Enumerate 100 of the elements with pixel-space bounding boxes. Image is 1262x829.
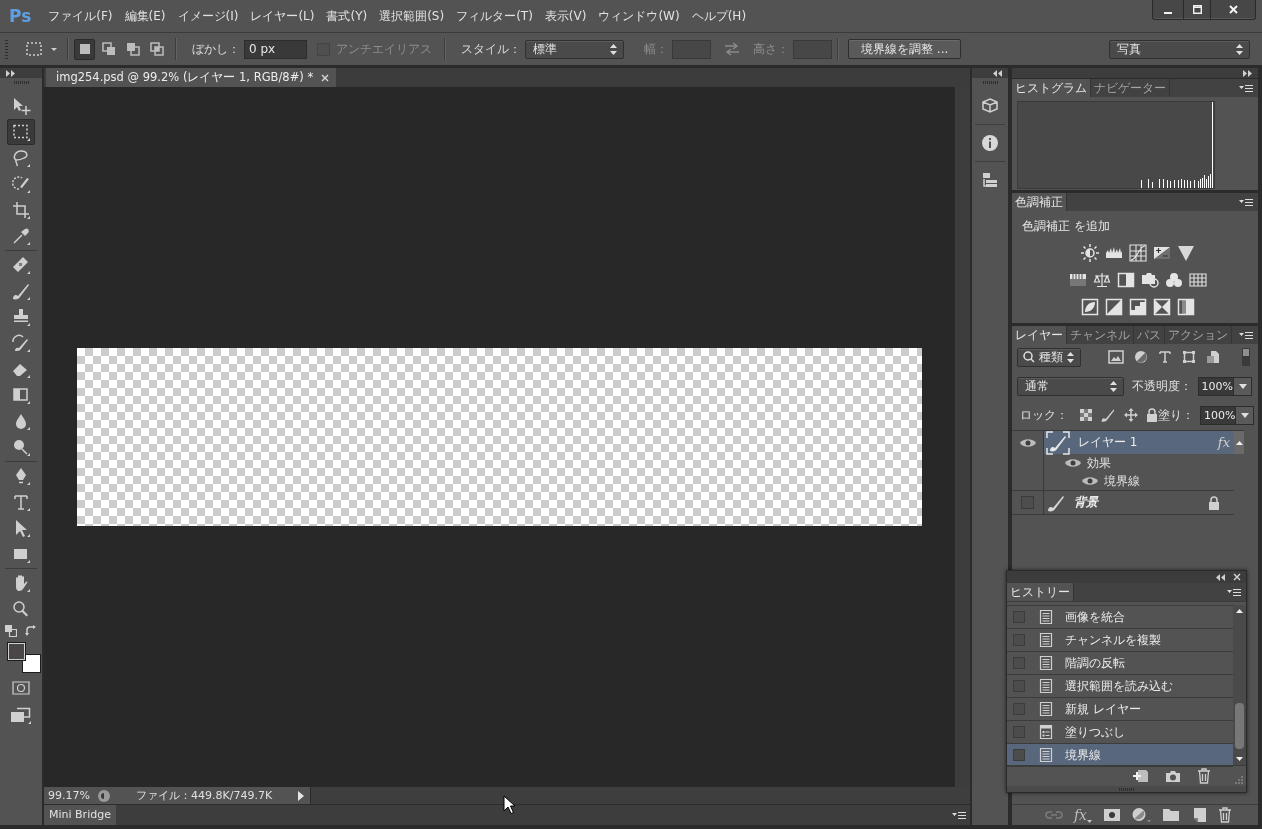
camera-icon[interactable] [1165,769,1181,783]
layer-row[interactable]: 背景 [1044,491,1234,514]
stacked-panels-icon[interactable] [981,171,999,189]
sun-icon[interactable] [1081,244,1099,262]
dropdown-button[interactable] [1233,377,1251,395]
info-icon[interactable] [981,134,999,152]
overlapping-windows-icon[interactable] [10,707,32,725]
menu-item[interactable]: イメージ(I) [171,7,245,25]
opacity-field[interactable]: 100% [1197,376,1252,396]
eye-icon[interactable] [1082,476,1098,486]
background-color-swatch[interactable] [22,654,41,673]
circle-frame-icon[interactable] [12,681,30,695]
panel-tab[interactable]: 色調補正 [1012,193,1067,211]
document-tab[interactable]: img254.psd @ 99.2% (レイヤー 1, RGB/8#) * [46,68,337,87]
mini-bridge-tab[interactable]: Mini Bridge [44,805,116,825]
type-icon[interactable] [1158,350,1172,364]
grid-icon[interactable] [1189,271,1207,289]
bounding-box-icon[interactable] [1182,350,1196,364]
checkerboard-icon[interactable] [1080,409,1092,421]
menu-item[interactable]: 編集(E) [118,7,172,25]
down-arrow-icon[interactable] [1236,757,1243,761]
toggle-switch-icon[interactable] [1242,348,1250,366]
panel-tab[interactable]: ヒストリー [1007,583,1074,601]
cube-icon[interactable] [981,97,999,115]
feather-input[interactable]: 0 px [244,39,307,59]
selection-mode-button[interactable] [74,38,95,60]
layer-row[interactable]: レイヤー 1 fx [1044,431,1234,454]
diagonal-split-square-icon[interactable] [1105,298,1123,316]
close-icon[interactable] [1233,573,1241,581]
minimize-button[interactable] [1152,0,1184,20]
trash-icon[interactable] [1197,768,1211,784]
dropdown-button[interactable] [1235,406,1254,424]
hourglass-square-icon[interactable] [1153,298,1171,316]
grip-handle-icon[interactable] [5,39,8,59]
menu-item[interactable]: 選択範囲(S) [373,7,451,25]
up-arrow-icon[interactable] [1236,609,1243,613]
panel-tab[interactable]: ナビゲーター [1091,79,1170,97]
curve-grid-icon[interactable] [1129,244,1147,262]
eye-icon[interactable] [1019,437,1036,448]
panel-tab[interactable]: アクション [1165,326,1232,344]
camera-circle-icon[interactable] [1141,271,1159,289]
panel-tab[interactable]: パス [1134,326,1165,344]
grip-handle-icon[interactable] [982,81,998,84]
trash-icon[interactable] [1218,807,1232,823]
effects-button[interactable]: fx [1073,807,1092,823]
close-icon[interactable] [321,73,330,82]
layer-filter-dropdown[interactable]: 種類 [1017,347,1081,367]
visibility-checkbox[interactable] [1021,496,1034,509]
history-state-row[interactable]: 新規 レイヤー [1007,698,1233,721]
scroll-up-button[interactable] [1234,431,1244,454]
menu-item[interactable]: 書式(Y) [320,7,374,25]
history-state-row[interactable]: 境界線 [1007,744,1233,767]
menu-item[interactable]: 表示(V) [538,7,593,25]
refine-edge-button[interactable]: 境界線を調整 ... [848,39,962,59]
staircase-square-icon[interactable] [1129,298,1147,316]
brush-icon[interactable] [1100,407,1116,423]
workspace-dropdown[interactable]: 写真 [1109,39,1250,59]
panel-tab[interactable]: レイヤー [1012,326,1067,344]
page-plus-icon[interactable] [1133,769,1149,783]
gradient-square-icon[interactable] [1177,298,1195,316]
tool-button[interactable] [7,119,35,145]
fill-field[interactable]: 100% [1200,405,1255,425]
history-source-checkbox[interactable] [1013,749,1025,761]
history-state-row[interactable]: 画像を統合 [1007,606,1233,629]
leaf-square-icon[interactable] [1081,298,1099,316]
grip-handle-icon[interactable] [1119,787,1134,791]
move-arrows-icon[interactable] [1124,408,1138,422]
resize-grip-icon[interactable] [1233,776,1243,784]
small-squares-icon[interactable] [5,625,17,637]
close-button[interactable] [1211,0,1256,20]
history-state-row[interactable]: チャンネルを複製 [1007,629,1233,652]
history-state-row[interactable]: 選択範囲を読み込む [1007,675,1233,698]
balance-scale-icon[interactable] [1093,271,1111,289]
three-circles-icon[interactable] [1165,271,1183,289]
grip-handle-icon[interactable] [13,81,29,84]
striped-bar-icon[interactable] [1069,271,1087,289]
plus-minus-square-icon[interactable] [1153,244,1171,262]
menu-item[interactable]: ファイル(F) [42,7,119,25]
panel-menu-icon[interactable] [1227,588,1241,596]
eye-icon[interactable] [1065,458,1081,468]
image-icon[interactable] [1108,350,1124,364]
blend-mode-dropdown[interactable]: 通常 [1017,376,1124,396]
bent-double-arrow-icon[interactable] [25,625,37,637]
stacked-pages-icon[interactable] [1206,350,1220,364]
lock-icon[interactable] [1146,408,1158,422]
folder-icon[interactable] [1162,808,1180,822]
half-circle-icon[interactable] [1134,350,1148,364]
panel-tab[interactable]: チャンネル [1067,326,1134,344]
maximize-button[interactable] [1184,0,1211,20]
effects-badge[interactable]: fx [1217,435,1230,450]
menu-item[interactable]: フィルター(T) [450,7,539,25]
menu-item[interactable]: ヘルプ(H) [685,7,753,25]
vertical-scrollbar[interactable] [1233,605,1246,765]
scrollbar-thumb[interactable] [1235,703,1244,749]
panel-menu-icon[interactable] [1239,331,1253,339]
panel-menu-icon[interactable] [1239,84,1253,92]
foreground-color-swatch[interactable] [7,642,26,661]
triangle-icon[interactable] [1177,244,1195,262]
menu-item[interactable]: レイヤー(L) [244,7,321,25]
panel-tab[interactable]: ヒストグラム [1012,79,1091,97]
